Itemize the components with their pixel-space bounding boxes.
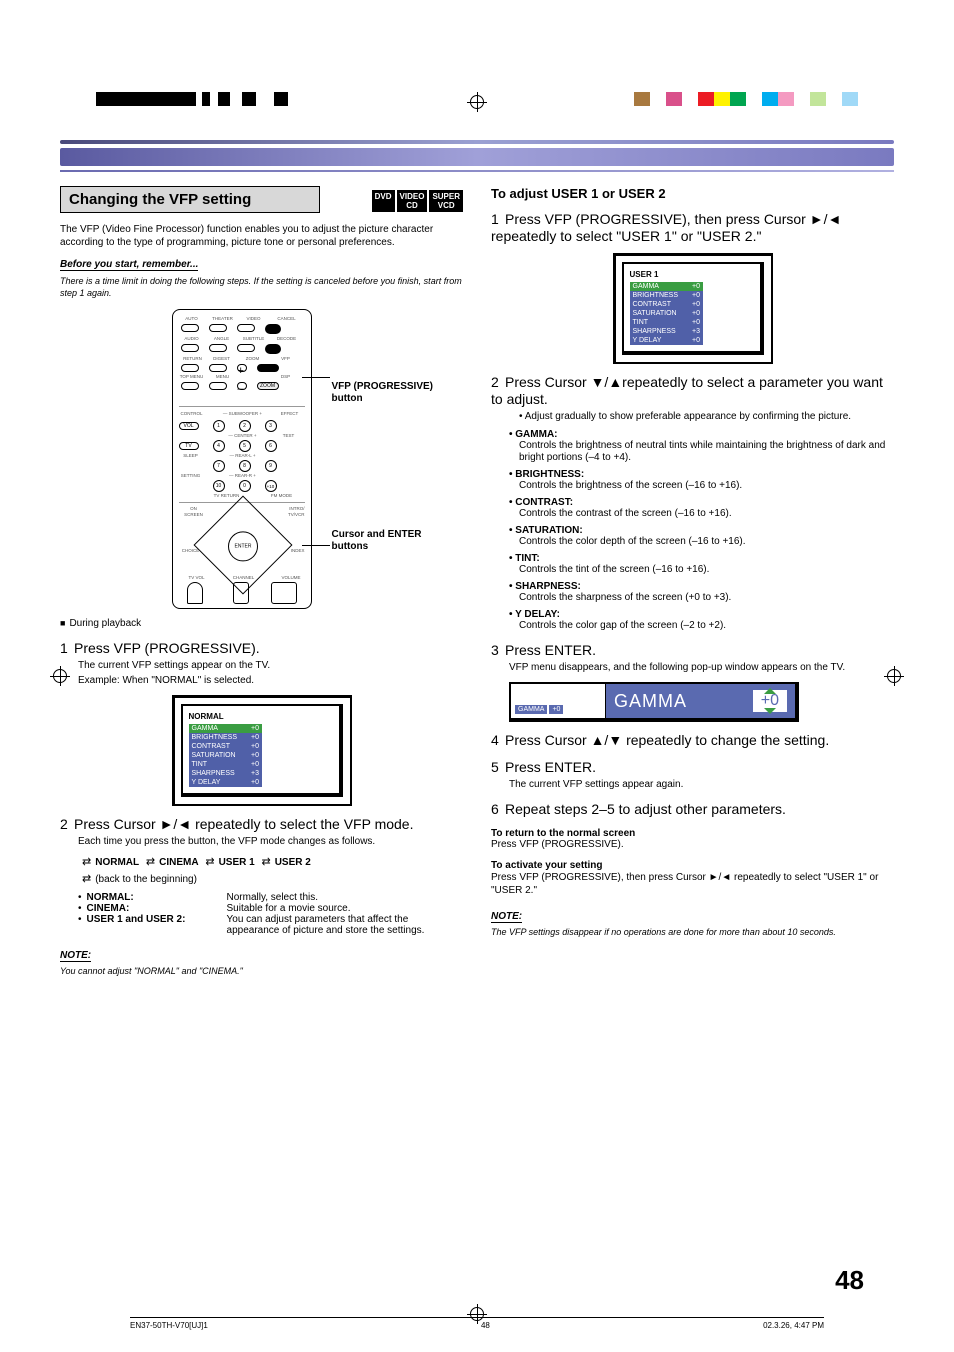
right-step-3: 3Press ENTER. [491, 642, 894, 659]
left-note-label: NOTE: [60, 950, 91, 962]
vfp-screen-user1: USER 1 GAMMA+0BRIGHTNESS+0CONTRAST+0SATU… [613, 253, 773, 364]
left-step-2a: Each time you press the button, the VFP … [78, 835, 463, 848]
gamma-popup: GAMMA+0 GAMMA +0 [509, 682, 799, 722]
return-text: Press VFP (PROGRESSIVE). [491, 839, 894, 850]
during-playback: During playback [60, 617, 463, 630]
right-step-5: 5Press ENTER. [491, 759, 894, 776]
left-note-text: You cannot adjust "NORMAL" and "CINEMA." [60, 965, 463, 977]
remote-illustration: AUTO THEATER VIDEO CANCEL AUDIO ANG [132, 309, 392, 609]
right-note-text: The VFP settings disappear if no operati… [491, 926, 894, 938]
left-step-2: 2Press Cursor ►/◄ repeatedly to select t… [60, 816, 463, 833]
footer-right: 02.3.26, 4:47 PM [763, 1321, 824, 1330]
registration-mark-left [50, 666, 70, 686]
activate-text: Press VFP (PROGRESSIVE), then press Curs… [491, 871, 894, 897]
badge-vcd: VIDEOCD [397, 190, 428, 212]
mode-cycle: NORMAL CINEMA USER 1 USER 2 (back to the… [78, 854, 463, 888]
left-step-1b: Example: When "NORMAL" is selected. [78, 674, 463, 687]
color-bar-right [634, 92, 858, 106]
left-step-1a: The current VFP settings appear on the T… [78, 659, 463, 672]
registration-mark-top [467, 92, 487, 112]
footer-mid: 48 [481, 1321, 490, 1330]
page-number: 48 [835, 1265, 864, 1296]
badge-svcd: SUPERVCD [429, 190, 463, 212]
intro-text: The VFP (Video Fine Processor) function … [60, 223, 463, 249]
parameter-list: GAMMA:Controls the brightness of neutral… [509, 429, 894, 632]
left-column: Changing the VFP setting DVD VIDEOCD SUP… [60, 186, 463, 977]
header-decor [60, 140, 894, 172]
section-title: Changing the VFP setting [60, 186, 320, 213]
vfp-screen-normal: NORMAL GAMMA+0BRIGHTNESS+0CONTRAST+0SATU… [172, 695, 352, 806]
right-step-2a: • Adjust gradually to show preferable ap… [519, 410, 894, 423]
bw-bar-left [96, 92, 288, 106]
footer: EN37-50TH-V70[UJ]1 48 02.3.26, 4:47 PM [130, 1317, 824, 1330]
right-step-5a: The current VFP settings appear again. [509, 778, 894, 791]
registration-mark-right [884, 666, 904, 686]
before-you-start-text: There is a time limit in doing the follo… [60, 275, 463, 299]
before-you-start-label: Before you start, remember... [60, 259, 198, 271]
right-step-3a: VFP menu disappears, and the following p… [509, 661, 894, 674]
activate-title: To activate your setting [491, 860, 894, 871]
right-column: To adjust USER 1 or USER 2 1Press VFP (P… [491, 186, 894, 977]
right-note-label: NOTE: [491, 911, 522, 923]
adjust-title: To adjust USER 1 or USER 2 [491, 186, 894, 201]
callout-cursor-enter: Cursor and ENTER buttons [332, 529, 442, 553]
left-step-1: 1Press VFP (PROGRESSIVE). [60, 640, 463, 657]
badge-dvd: DVD [372, 190, 395, 212]
right-step-6: 6Repeat steps 2–5 to adjust other parame… [491, 801, 894, 818]
callout-vfp: VFP (PROGRESSIVE) button [332, 381, 442, 405]
mode-descriptions: NORMAL:Normally, select this. CINEMA:Sui… [78, 892, 463, 936]
disc-badges: DVD VIDEOCD SUPERVCD [372, 190, 463, 212]
right-step-2: 2Press Cursor ▼/▲repeatedly to select a … [491, 374, 894, 408]
right-step-1: 1Press VFP (PROGRESSIVE), then press Cur… [491, 211, 894, 245]
return-title: To return to the normal screen [491, 828, 894, 839]
footer-left: EN37-50TH-V70[UJ]1 [130, 1321, 208, 1330]
right-step-4: 4Press Cursor ▲/▼ repeatedly to change t… [491, 732, 894, 749]
